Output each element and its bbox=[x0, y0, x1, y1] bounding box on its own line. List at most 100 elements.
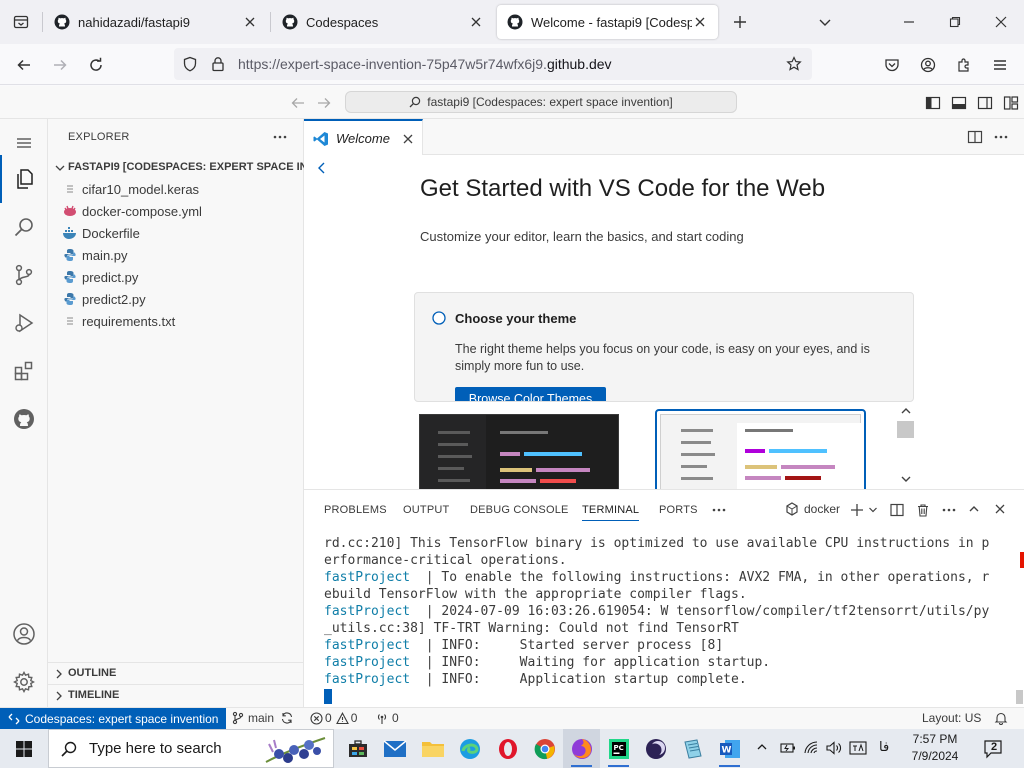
opera-icon[interactable] bbox=[489, 729, 526, 768]
problems-indicator[interactable]: 0 0 bbox=[310, 711, 357, 725]
trash-icon[interactable] bbox=[916, 503, 930, 517]
scroll-thumb[interactable] bbox=[897, 421, 914, 438]
split-terminal-icon[interactable] bbox=[890, 503, 904, 517]
back-arrow-icon[interactable] bbox=[11, 52, 37, 78]
sync-icon[interactable] bbox=[280, 711, 294, 725]
close-window-icon[interactable] bbox=[988, 9, 1014, 35]
maximize-panel-icon[interactable] bbox=[968, 504, 980, 514]
battery-icon[interactable] bbox=[780, 740, 796, 756]
notepad-icon[interactable] bbox=[674, 729, 711, 768]
word-icon[interactable]: W bbox=[711, 729, 748, 768]
back-arrow-icon[interactable] bbox=[290, 95, 306, 111]
run-debug-icon[interactable] bbox=[0, 299, 48, 347]
clock[interactable]: 7:57 PM 7/9/2024 bbox=[905, 731, 965, 765]
workspace-folder[interactable]: FASTAPI9 [CODESPACES: EXPERT SPACE IN... bbox=[48, 157, 317, 179]
keyboard-layout[interactable]: Layout: US bbox=[922, 711, 981, 725]
new-tab-icon[interactable] bbox=[727, 9, 753, 35]
shield-icon[interactable] bbox=[182, 56, 198, 72]
split-editor-icon[interactable] bbox=[967, 129, 983, 145]
file-item[interactable]: predict.py bbox=[48, 266, 304, 288]
command-center[interactable]: fastapi9 [Codespaces: expert space inven… bbox=[345, 91, 737, 113]
chevron-down-icon[interactable] bbox=[812, 9, 838, 35]
file-item[interactable]: predict2.py bbox=[48, 288, 304, 310]
taskbar-search[interactable]: Type here to search bbox=[48, 729, 334, 768]
url-text[interactable]: https://expert-space-invention-75p47w5r7… bbox=[238, 56, 612, 72]
scroll-down-icon[interactable] bbox=[900, 474, 912, 484]
windows-start-icon[interactable] bbox=[5, 729, 42, 768]
scroll-up-icon[interactable] bbox=[900, 406, 912, 416]
restore-icon[interactable] bbox=[942, 9, 968, 35]
pycharm-icon[interactable]: PC bbox=[600, 729, 637, 768]
more-actions-icon[interactable] bbox=[941, 505, 957, 515]
tab-output[interactable]: OUTPUT bbox=[403, 504, 449, 516]
reload-icon[interactable] bbox=[83, 52, 109, 78]
toggle-secondary-sidebar-icon[interactable] bbox=[977, 95, 993, 111]
terminal-selector[interactable]: docker bbox=[786, 502, 840, 516]
back-chevron-icon[interactable] bbox=[316, 161, 328, 175]
forward-arrow-icon[interactable] bbox=[316, 95, 332, 111]
wifi-icon[interactable] bbox=[803, 740, 819, 756]
explorer-icon[interactable] bbox=[0, 155, 48, 203]
step-radio-icon[interactable] bbox=[432, 311, 446, 325]
file-explorer-icon[interactable] bbox=[414, 729, 451, 768]
chevron-up-icon[interactable] bbox=[756, 742, 768, 752]
tab-list-icon[interactable] bbox=[8, 9, 34, 35]
theme-step-card[interactable]: Choose your theme The right theme helps … bbox=[414, 292, 914, 402]
close-icon[interactable] bbox=[468, 14, 484, 30]
more-actions-icon[interactable] bbox=[993, 131, 1009, 143]
search-icon[interactable] bbox=[0, 203, 48, 251]
mail-icon[interactable] bbox=[376, 729, 413, 768]
new-terminal-icon[interactable] bbox=[850, 503, 864, 517]
file-item[interactable]: main.py bbox=[48, 244, 304, 266]
extensions-icon[interactable] bbox=[0, 347, 48, 395]
browser-tab-codespaces[interactable]: Codespaces bbox=[272, 5, 494, 39]
chrome-icon[interactable] bbox=[526, 729, 563, 768]
light-theme-preview[interactable] bbox=[655, 409, 866, 489]
task-view-icon[interactable] bbox=[339, 729, 376, 768]
more-tabs-icon[interactable] bbox=[711, 505, 727, 515]
browser-tab-welcome[interactable]: Welcome - fastapi9 [Codespaces bbox=[497, 5, 718, 39]
lock-icon[interactable] bbox=[210, 56, 226, 72]
outline-section[interactable]: OUTLINE bbox=[48, 662, 304, 684]
bell-icon[interactable] bbox=[994, 711, 1008, 725]
notification-center-icon[interactable]: 2 bbox=[983, 738, 1005, 760]
browse-themes-button[interactable]: Browse Color Themes bbox=[455, 387, 606, 401]
customize-layout-icon[interactable] bbox=[1003, 95, 1019, 111]
address-bar[interactable]: https://expert-space-invention-75p47w5r7… bbox=[174, 48, 812, 80]
accounts-icon[interactable] bbox=[0, 610, 48, 658]
tab-terminal[interactable]: TERMINAL bbox=[582, 504, 640, 521]
source-control-icon[interactable] bbox=[0, 251, 48, 299]
toggle-panel-icon[interactable] bbox=[951, 95, 967, 111]
language-settings-icon[interactable] bbox=[849, 740, 867, 756]
pocket-icon[interactable] bbox=[879, 52, 905, 78]
terminal-scrollbar[interactable] bbox=[1016, 690, 1023, 704]
browser-tab-repo[interactable]: nahidazadi/fastapi9 bbox=[44, 5, 268, 39]
file-item[interactable]: docker-compose.yml bbox=[48, 200, 304, 222]
volume-icon[interactable] bbox=[826, 740, 842, 756]
file-item[interactable]: Dockerfile bbox=[48, 222, 304, 244]
tab-ports[interactable]: PORTS bbox=[659, 504, 698, 516]
tab-problems[interactable]: PROBLEMS bbox=[324, 504, 387, 516]
file-item[interactable]: cifar10_model.keras bbox=[48, 178, 304, 200]
close-icon[interactable] bbox=[402, 133, 414, 145]
file-item[interactable]: requirements.txt bbox=[48, 310, 304, 332]
timeline-section[interactable]: TIMELINE bbox=[48, 684, 304, 706]
close-icon[interactable] bbox=[242, 14, 258, 30]
menu-icon[interactable] bbox=[987, 52, 1013, 78]
close-panel-icon[interactable] bbox=[994, 503, 1006, 515]
toggle-sidebar-icon[interactable] bbox=[925, 95, 941, 111]
forward-arrow-icon[interactable] bbox=[47, 52, 73, 78]
ports-indicator[interactable]: 0 bbox=[375, 711, 399, 725]
dark-theme-preview[interactable] bbox=[419, 414, 619, 489]
editor-tab-welcome[interactable]: Welcome bbox=[304, 119, 423, 155]
chevron-down-icon[interactable] bbox=[868, 506, 878, 514]
input-language[interactable]: فا bbox=[879, 739, 889, 755]
firefox-icon[interactable] bbox=[563, 729, 600, 768]
close-icon[interactable] bbox=[692, 14, 708, 30]
minimize-icon[interactable] bbox=[896, 9, 922, 35]
settings-gear-icon[interactable] bbox=[0, 658, 48, 706]
extensions-icon[interactable] bbox=[951, 52, 977, 78]
star-icon[interactable] bbox=[786, 56, 802, 72]
remote-indicator[interactable]: Codespaces: expert space invention bbox=[0, 708, 227, 730]
github-icon[interactable] bbox=[0, 395, 48, 443]
